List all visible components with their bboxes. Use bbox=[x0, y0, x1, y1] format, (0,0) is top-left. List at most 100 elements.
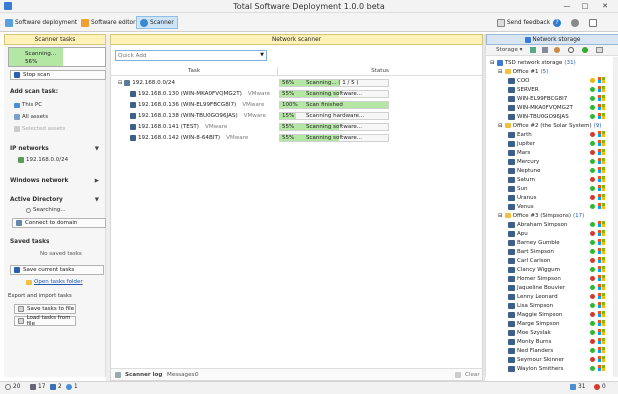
alert-icon bbox=[594, 384, 600, 390]
status-cell: 55% Scanning software... bbox=[279, 89, 389, 98]
storage-computer-item[interactable]: Apu bbox=[508, 229, 528, 238]
this-pc-link[interactable]: This PC bbox=[14, 102, 42, 108]
scanner-button[interactable]: Scanner bbox=[136, 16, 178, 29]
minimize-button[interactable]: — bbox=[560, 1, 574, 11]
load-tasks-from-file-button[interactable]: Load tasks from file bbox=[14, 315, 76, 327]
storage-computer-item[interactable]: Earth bbox=[508, 130, 532, 139]
storage-menu-button[interactable]: Storage ▾ bbox=[496, 47, 522, 53]
view-icon[interactable] bbox=[596, 47, 603, 53]
sort-icon[interactable] bbox=[542, 47, 548, 53]
storage-computer-item[interactable]: WIN-EL99FBCG8I7 bbox=[508, 94, 567, 103]
software-editor-button[interactable]: Software editor bbox=[78, 16, 138, 29]
collapse-toggle-icon[interactable]: ⊟ bbox=[118, 80, 122, 86]
storage-group[interactable]: ⊟ Office #1 (5) bbox=[498, 67, 548, 76]
scan-host-row[interactable]: 192.168.0.136 (WIN-EL99FBCG8I7) VMware 100… bbox=[112, 100, 482, 109]
windows-logo-icon bbox=[598, 131, 605, 137]
storage-computer-item[interactable]: Jaqueline Bouvier bbox=[508, 283, 565, 292]
windows-logo-icon bbox=[598, 338, 605, 344]
storage-computer-item[interactable]: Sun bbox=[508, 184, 527, 193]
scan-host-row[interactable]: 192.168.0.142 (WIN-8-64BIT) VMware 55% Scan… bbox=[112, 133, 482, 142]
windows-logo-icon bbox=[598, 77, 605, 83]
storage-computer-item[interactable]: Bart Simpson bbox=[508, 247, 554, 256]
scan-host-row[interactable]: 192.168.0.138 (WIN-TBU0GO96JAS) VMware 15%… bbox=[112, 111, 482, 120]
add-icon[interactable] bbox=[582, 47, 588, 53]
search-icon[interactable] bbox=[568, 47, 574, 53]
storage-computer-item[interactable]: Monty Burns bbox=[508, 337, 552, 346]
quick-add-dropdown-icon[interactable]: ▼ bbox=[260, 52, 264, 58]
task-column-header[interactable]: Task bbox=[111, 67, 278, 76]
clear-button[interactable]: Clear bbox=[465, 372, 480, 378]
scan-host-row[interactable]: 192.168.0.141 (TEST) VMware 55% Scanning so… bbox=[112, 122, 482, 131]
connect-to-domain-button[interactable]: Connect to domain bbox=[12, 218, 106, 228]
ip-network-item[interactable]: 192.168.0.0/24 bbox=[18, 157, 68, 163]
storage-group[interactable]: ⊟ Office #3 (Simpsons) (17) bbox=[498, 211, 584, 220]
save-current-tasks-button[interactable]: Save current tasks bbox=[10, 265, 104, 275]
storage-computer-item[interactable]: Ned Flanders bbox=[508, 346, 553, 355]
storage-computer-item[interactable]: Abraham Simpson bbox=[508, 220, 567, 229]
status-item-computers[interactable]: 20 bbox=[5, 384, 20, 390]
active-directory-chevron-icon[interactable]: ▼ bbox=[95, 197, 99, 203]
maximize-button[interactable]: □ bbox=[578, 1, 592, 11]
help-button[interactable]: ? bbox=[550, 16, 564, 29]
collapse-toggle-icon[interactable]: ⊟ bbox=[498, 69, 503, 75]
storage-computer-item[interactable]: WIN-TBU0GO96JAS bbox=[508, 112, 569, 121]
storage-root[interactable]: ⊟ TSD network storage (31) bbox=[490, 58, 576, 67]
storage-computer-item[interactable]: WIN-MKA0FVQMG2T bbox=[508, 103, 573, 112]
storage-computer-item[interactable]: Venus bbox=[508, 202, 534, 211]
close-button[interactable]: ✕ bbox=[598, 1, 612, 11]
storage-computer-item[interactable]: Uranus bbox=[508, 193, 537, 202]
storage-computer-item[interactable]: Neptune bbox=[508, 166, 541, 175]
storage-computer-item[interactable]: Homer Simpson bbox=[508, 274, 561, 283]
storage-computer-item[interactable]: Jupiter bbox=[508, 139, 535, 148]
status-column-header[interactable]: Status bbox=[278, 67, 482, 76]
folder-icon bbox=[26, 279, 32, 285]
storage-computer-item[interactable]: Marge Simpson bbox=[508, 319, 560, 328]
storage-scrollbar[interactable] bbox=[613, 57, 618, 377]
storage-computer-item[interactable]: Lenny Leonard bbox=[508, 292, 558, 301]
collapse-toggle-icon[interactable]: ⊟ bbox=[498, 213, 503, 219]
storage-computer-item[interactable]: Waylon Smithers bbox=[508, 364, 563, 373]
storage-computer-item[interactable]: Carl Carlson bbox=[508, 256, 550, 265]
collapse-toggle-icon[interactable]: ⊟ bbox=[490, 60, 495, 66]
windows-network-heading[interactable]: Windows network bbox=[10, 178, 68, 184]
quick-add-input[interactable] bbox=[118, 52, 256, 60]
status-item-pcs[interactable]: 31 bbox=[570, 384, 585, 390]
storage-computer-item[interactable]: Lisa Simpson bbox=[508, 301, 553, 310]
open-tasks-folder-link[interactable]: Open tasks folder bbox=[26, 279, 83, 285]
filter-icon[interactable] bbox=[530, 47, 536, 53]
save-tasks-to-file-button[interactable]: Save tasks to file bbox=[14, 304, 76, 314]
windows-logo-icon bbox=[598, 275, 605, 281]
ip-networks-chevron-icon[interactable]: ▼ bbox=[95, 146, 99, 152]
storage-computer-item[interactable]: COO bbox=[508, 76, 530, 85]
group-icon[interactable] bbox=[554, 47, 560, 53]
status-item-storage[interactable]: 17 bbox=[30, 384, 45, 390]
status-item-tasks[interactable]: 2 bbox=[50, 384, 62, 390]
storage-computer-item[interactable]: Mercury bbox=[508, 157, 539, 166]
windows-network-chevron-icon[interactable]: ▶ bbox=[95, 178, 99, 184]
layout-button[interactable] bbox=[586, 16, 600, 29]
storage-computer-item[interactable]: Mars bbox=[508, 148, 530, 157]
clear-icon[interactable] bbox=[455, 372, 461, 378]
selected-assets-link[interactable]: Selected assets bbox=[14, 126, 65, 132]
scan-network-row[interactable]: ⊟ 192.168.0.0/24 56% Scanning... ( 1 / 5 ) bbox=[112, 78, 482, 87]
active-directory-heading[interactable]: Active Directory bbox=[10, 197, 63, 203]
storage-computer-item[interactable]: SERVER bbox=[508, 85, 539, 94]
settings-button[interactable] bbox=[568, 16, 582, 29]
send-feedback-button[interactable]: Send feedback bbox=[494, 16, 553, 29]
software-deployment-button[interactable]: Software deployment bbox=[2, 16, 80, 29]
storage-group[interactable]: ⊟ Office #2 (the Solar System) (9) bbox=[498, 121, 601, 130]
stop-scan-button[interactable]: Stop scan bbox=[10, 70, 106, 80]
scanner-log-label[interactable]: Scanner log bbox=[125, 372, 162, 378]
storage-computer-item[interactable]: Clancy Wiggum bbox=[508, 265, 560, 274]
storage-computer-item[interactable]: Seymour Skinner bbox=[508, 355, 564, 364]
status-item-alerts[interactable]: 0 bbox=[594, 384, 606, 390]
all-assets-link[interactable]: All assets bbox=[14, 114, 48, 120]
status-item-users[interactable]: 1 bbox=[66, 384, 78, 390]
storage-computer-item[interactable]: Maggie Simpson bbox=[508, 310, 562, 319]
scan-host-row[interactable]: 192.168.0.130 (WIN-MKA0FVQMG2T) VMware 55%… bbox=[112, 89, 482, 98]
storage-computer-item[interactable]: Barney Gumble bbox=[508, 238, 560, 247]
collapse-toggle-icon[interactable]: ⊟ bbox=[498, 123, 503, 129]
storage-computer-item[interactable]: Saturn bbox=[508, 175, 535, 184]
ip-networks-heading[interactable]: IP networks bbox=[10, 146, 49, 152]
storage-computer-item[interactable]: Moe Szyslak bbox=[508, 328, 551, 337]
